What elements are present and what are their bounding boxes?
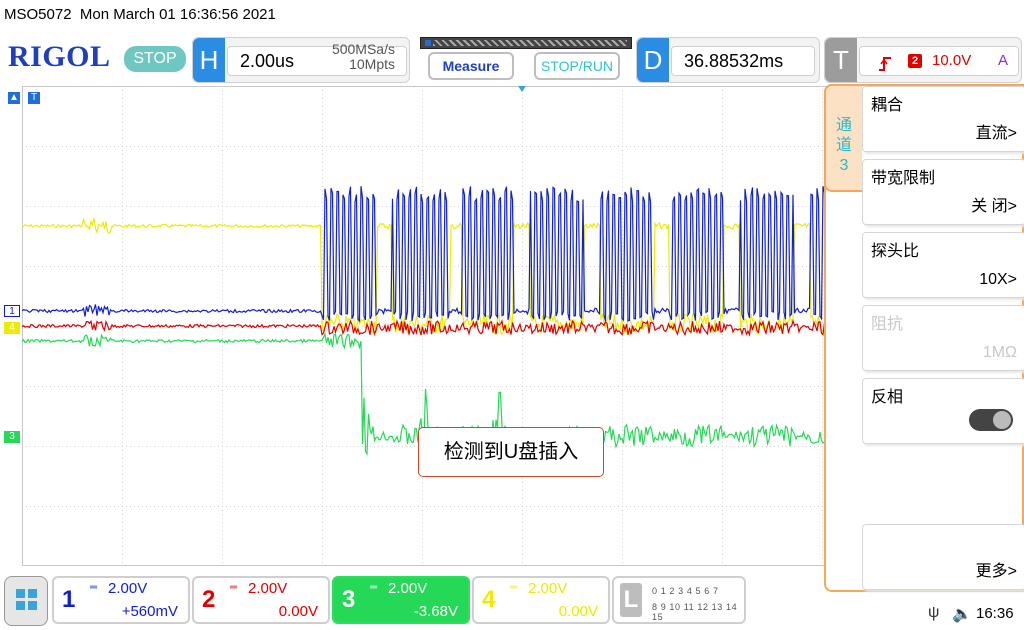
trigger-panel[interactable]: T 2 10.0V A (824, 37, 1022, 83)
menu-tab-char: 3 (839, 157, 849, 174)
invert-toggle[interactable] (969, 409, 1013, 431)
acquisition-info: 500MSa/s 10Mpts (332, 42, 395, 72)
horizontal-label: H (193, 38, 225, 82)
grid-icon (16, 589, 25, 598)
acquire-status-icon: ▲ (8, 92, 20, 104)
model-name: MSO5072 (4, 6, 72, 23)
datetime: Mon March 01 16:36:56 2021 (79, 6, 276, 23)
channel-offset: 0.00V (558, 603, 598, 620)
trigger-mode: A (997, 52, 1008, 69)
horizontal-panel[interactable]: H 2.00us 500MSa/s 10Mpts (192, 37, 410, 83)
menu-tab-char: 通 (835, 117, 852, 134)
mute-icon[interactable]: 🔈 (952, 604, 972, 624)
run-state-badge[interactable]: STOP (124, 46, 186, 72)
home-button[interactable] (4, 576, 48, 626)
menu-tab-channel3[interactable]: 通 道 3 (824, 84, 862, 192)
trigger-time-marker (518, 86, 526, 92)
trigger-source: 2 (908, 54, 922, 68)
menu-item-impedance: 阻抗 1MΩ (862, 305, 1024, 371)
brand-logo: RIGOL (8, 40, 111, 73)
delay-label: D (637, 38, 669, 82)
logic-label: L (620, 583, 642, 617)
delay-value: 36.88532ms (671, 46, 815, 76)
logic-channels-row: 8 9 10 11 12 13 14 15 (652, 602, 738, 622)
rising-edge-icon (878, 53, 892, 81)
channel-offset: 0.00V (278, 603, 318, 620)
trigger-value-box: 2 10.0V A (859, 46, 1019, 76)
menu-item-coupling[interactable]: 耦合 直流> (862, 86, 1024, 152)
logic-analyzer-box[interactable]: L 0 1 2 3 4 5 6 7 8 9 10 11 12 13 14 15 (612, 576, 746, 624)
menu-item-bandwidth-limit[interactable]: 带宽限制 关 闭> (862, 159, 1024, 225)
channel-number: 3 (342, 586, 356, 613)
toggle-knob (993, 411, 1011, 429)
logic-channels-row: 0 1 2 3 4 5 6 7 (652, 586, 719, 596)
menu-item-value: 1MΩ (982, 344, 1017, 361)
menu-item-title: 耦合 (871, 97, 904, 114)
waveform-display[interactable] (22, 86, 855, 566)
dc-coupling-icon: ═ (510, 582, 518, 593)
channel-scale: 2.00V (248, 580, 288, 597)
menu-item-more[interactable]: 更多> (862, 524, 1024, 590)
grid-icon (28, 601, 37, 610)
trigger-label: T (825, 38, 857, 82)
ch1-offset-marker[interactable]: 1 (4, 305, 20, 317)
menu-item-title: 反相 (871, 389, 904, 406)
channel-1-box[interactable]: 1 ═ 2.00V +560mV (52, 576, 190, 624)
channel-scale: 2.00V (388, 580, 428, 597)
grid-icon (28, 589, 37, 598)
waveform-traces (22, 186, 855, 456)
memory-window-marker (425, 40, 431, 46)
channel-scale: 2.00V (108, 580, 148, 597)
delay-panel[interactable]: D 36.88532ms (636, 37, 820, 83)
memory-depth: 10Mpts (349, 56, 395, 72)
channel-number: 2 (202, 586, 216, 613)
menu-item-value: 关 闭> (971, 198, 1017, 215)
menu-item-title: 带宽限制 (871, 170, 936, 187)
menu-item-invert[interactable]: 反相 (862, 378, 1024, 444)
menu-item-title: 阻抗 (871, 316, 904, 333)
status-line: MSO5072 Mon March 01 16:36:56 2021 (4, 6, 276, 23)
measure-button[interactable]: Measure (428, 52, 514, 80)
memory-waveform-preview (433, 40, 627, 46)
channel-offset: +560mV (121, 603, 178, 620)
channel-number: 4 (482, 586, 496, 613)
annotation-label: 检测到U盘插入 (418, 427, 604, 477)
sample-rate: 500MSa/s (331, 41, 395, 57)
dc-coupling-icon: ═ (90, 582, 98, 593)
channel-3-box[interactable]: 3 ═ 2.00V -3.68V (332, 576, 470, 624)
channel-scale: 2.00V (528, 580, 568, 597)
usb-icon: ψ (928, 604, 940, 621)
system-clock: 16:36 (976, 605, 1014, 622)
ch4-offset-marker[interactable]: 4 (4, 322, 20, 334)
channel-2-box[interactable]: 2 ═ 2.00V 0.00V (192, 576, 330, 624)
dc-coupling-icon: ═ (230, 582, 238, 593)
channel-menu: 通 道 3 耦合 直流> 带宽限制 关 闭> 探头比 10X> 阻抗 1MΩ 反… (824, 84, 1024, 592)
menu-item-value: 直流> (975, 125, 1017, 142)
memory-position-bar (420, 37, 632, 49)
ch3-offset-marker[interactable]: 3 (4, 431, 20, 443)
menu-item-value: 10X> (979, 271, 1017, 288)
channel-4-box[interactable]: 4 ═ 2.00V 0.00V (472, 576, 610, 624)
menu-tab-char: 道 (835, 137, 852, 154)
menu-item-value: 更多> (975, 563, 1017, 580)
dc-coupling-icon: ═ (370, 582, 378, 593)
trigger-level: 10.0V (932, 52, 972, 69)
stop-run-button[interactable]: STOP/RUN (534, 52, 620, 80)
menu-item-title: 探头比 (871, 243, 920, 260)
channel-number: 1 (62, 586, 76, 613)
grid-icon (16, 601, 25, 610)
channel-offset: -3.68V (413, 603, 458, 620)
menu-item-probe-ratio[interactable]: 探头比 10X> (862, 232, 1024, 298)
